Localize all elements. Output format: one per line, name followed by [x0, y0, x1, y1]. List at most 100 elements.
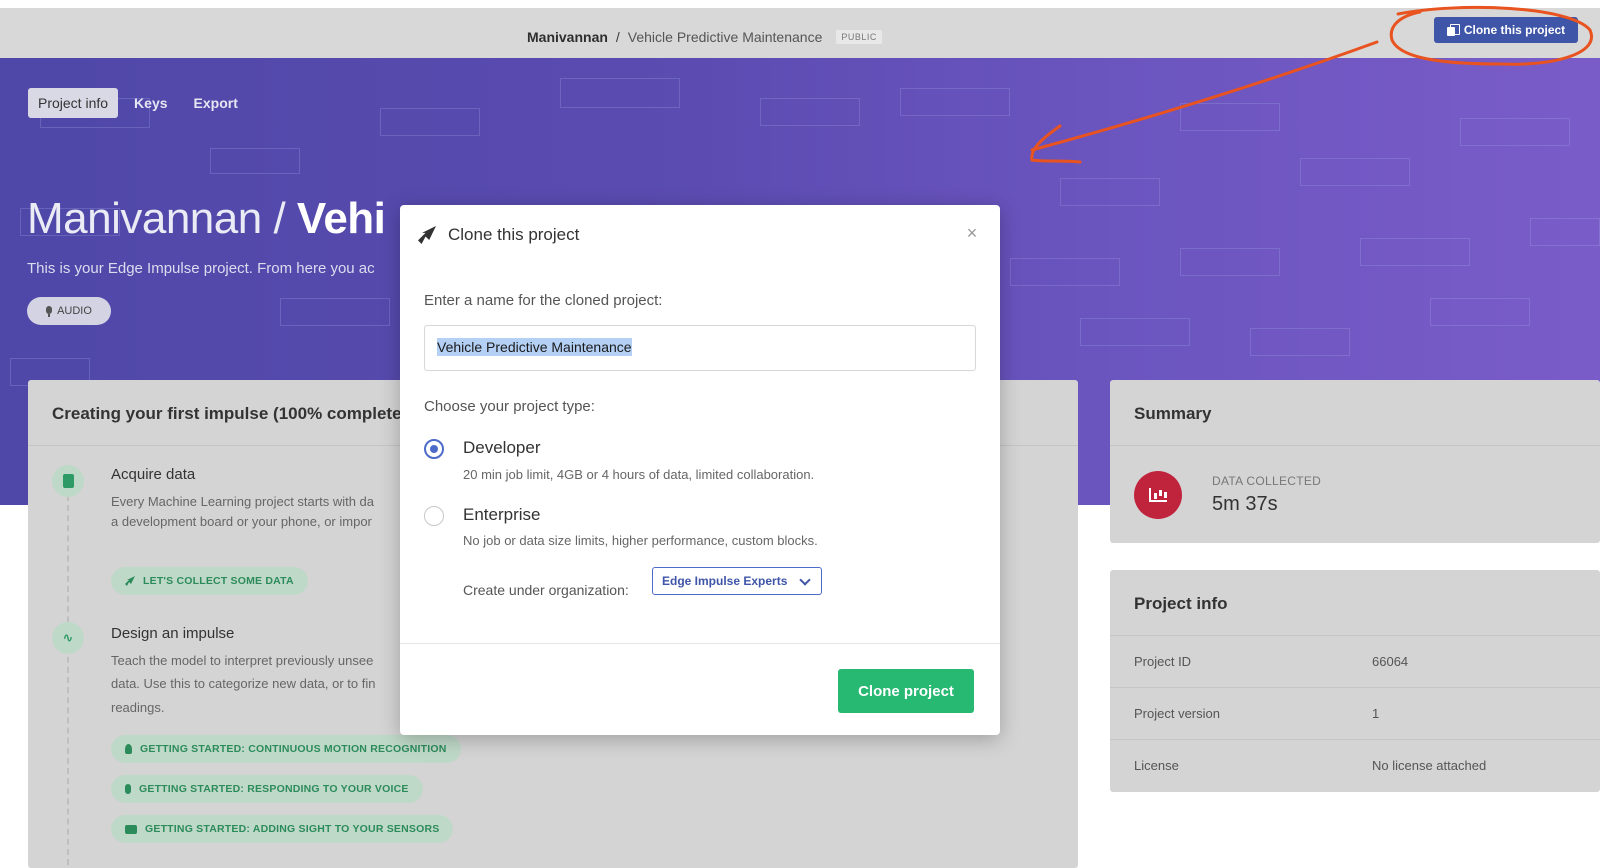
modal-header: Clone this project × [400, 205, 1000, 263]
hero-pattern-rect [760, 98, 860, 126]
chip-icon [62, 474, 74, 488]
page-title: Manivannan / Vehi [27, 194, 386, 244]
breadcrumb: Manivannan / Vehicle Predictive Maintena… [527, 29, 882, 45]
hero-pattern-rect [1250, 328, 1350, 356]
project-info-title: Project info [1134, 594, 1228, 613]
breadcrumb-owner[interactable]: Manivannan [527, 29, 608, 45]
organization-select[interactable]: Edge Impulse Experts [652, 567, 822, 595]
collect-data-button[interactable]: LET'S COLLECT SOME DATA [111, 567, 308, 595]
collect-data-label: LET'S COLLECT SOME DATA [143, 575, 294, 587]
rocket-icon [418, 226, 436, 244]
hero-pattern-rect [560, 78, 680, 108]
project-info-card: Project info Project ID 66064 Project ve… [1110, 570, 1600, 792]
hero-pattern-rect [210, 148, 300, 174]
audio-tag-label: AUDIO [57, 305, 92, 317]
close-icon[interactable]: × [962, 223, 982, 243]
summary-card-header: Summary [1110, 380, 1600, 446]
clone-this-project-button[interactable]: Clone this project [1434, 17, 1578, 43]
hero-pattern-rect [1010, 258, 1120, 286]
tab-project-info[interactable]: Project info [28, 88, 119, 118]
breadcrumb-separator: / [615, 29, 620, 45]
developer-option-desc: 20 min job limit, 4GB or 4 hours of data… [463, 467, 815, 482]
info-key: Project ID [1134, 654, 1192, 669]
rocket-icon [125, 576, 135, 586]
sight-label: GETTING STARTED: ADDING SIGHT TO YOUR SE… [145, 823, 440, 835]
summary-card: Summary DATA COLLECTED 5m 37s [1110, 380, 1600, 543]
info-value: 1 [1372, 706, 1380, 721]
page-title-owner: Manivannan / [27, 194, 286, 243]
motion-recognition-label: GETTING STARTED: CONTINUOUS MOTION RECOG… [140, 743, 447, 755]
project-type-label: Choose your project type: [424, 398, 595, 415]
hero-pattern-rect [900, 88, 1010, 116]
hero-pattern-rect [1180, 103, 1280, 131]
visibility-badge: PUBLIC [836, 30, 882, 44]
clone-project-modal: Clone this project × Enter a name for th… [400, 205, 1000, 735]
developer-option-title[interactable]: Developer [463, 438, 541, 458]
clone-this-project-label: Clone this project [1463, 23, 1566, 37]
tab-export[interactable]: Export [184, 88, 248, 118]
summary-title: Summary [1134, 404, 1212, 423]
timeline-line [67, 495, 69, 865]
enterprise-radio[interactable] [424, 506, 444, 526]
microphone-icon [46, 305, 53, 317]
hero-pattern-rect [1460, 118, 1570, 146]
enterprise-option-title[interactable]: Enterprise [463, 505, 540, 525]
enterprise-option-desc: No job or data size limits, higher perfo… [463, 533, 818, 548]
data-collected-value: 5m 37s [1212, 493, 1278, 515]
pulse-icon: ∿ [62, 630, 74, 645]
walking-icon [125, 744, 132, 754]
tab-keys[interactable]: Keys [124, 88, 177, 118]
page-title-project: Vehi [296, 194, 386, 243]
project-info-header: Project info [1110, 570, 1600, 636]
modal-title: Clone this project [448, 225, 580, 244]
camera-icon [125, 824, 137, 834]
developer-radio[interactable] [424, 439, 444, 459]
step-title: Design an impulse [111, 625, 235, 642]
topbar: Manivannan / Vehicle Predictive Maintena… [0, 8, 1600, 58]
info-row: License No license attached [1110, 740, 1600, 792]
sight-button[interactable]: GETTING STARTED: ADDING SIGHT TO YOUR SE… [111, 815, 454, 843]
info-row: Project version 1 [1110, 688, 1600, 740]
info-key: Project version [1134, 706, 1220, 721]
project-tabs: Project info Keys Export [28, 88, 248, 118]
data-collected-icon [1134, 471, 1182, 519]
microphone-icon [125, 784, 131, 794]
hero-pattern-rect [1300, 158, 1410, 186]
info-value: 66064 [1372, 654, 1409, 669]
clone-project-button[interactable]: Clone project [838, 669, 974, 713]
chevron-down-icon [799, 574, 811, 586]
motion-recognition-button[interactable]: GETTING STARTED: CONTINUOUS MOTION RECOG… [111, 735, 461, 763]
step-text: a development board or your phone, or im… [111, 514, 372, 529]
hero-pattern-rect [1360, 238, 1470, 266]
hero-pattern-rect [280, 298, 390, 326]
organization-label: Create under organization: [463, 582, 629, 598]
impulse-card-title: Creating your first impulse (100% comple… [52, 404, 402, 423]
page-subtitle: This is your Edge Impulse project. From … [27, 260, 375, 277]
top-strip [0, 0, 1600, 8]
step-text: Teach the model to interpret previously … [111, 653, 374, 668]
breadcrumb-project[interactable]: Vehicle Predictive Maintenance [628, 29, 823, 45]
data-collected-label: DATA COLLECTED [1212, 474, 1322, 488]
hero-pattern-rect [1080, 318, 1190, 346]
info-value: No license attached [1372, 758, 1487, 773]
step-text: data. Use this to categorize new data, o… [111, 676, 376, 691]
hero-pattern-rect [1430, 298, 1530, 326]
name-field-label: Enter a name for the cloned project: [424, 292, 663, 309]
bar-chart-icon [1149, 488, 1167, 502]
voice-button[interactable]: GETTING STARTED: RESPONDING TO YOUR VOIC… [111, 775, 423, 803]
hero-pattern-rect [380, 108, 480, 136]
info-key: License [1134, 758, 1179, 773]
hero-pattern-rect [1060, 178, 1160, 206]
audio-tag: AUDIO [27, 297, 111, 325]
step-text: Every Machine Learning project starts wi… [111, 494, 375, 509]
step-text: readings. [111, 700, 165, 715]
acquire-data-step-icon [52, 465, 84, 497]
voice-label: GETTING STARTED: RESPONDING TO YOUR VOIC… [139, 783, 409, 795]
project-name-value[interactable]: Vehicle Predictive Maintenance [437, 338, 632, 356]
step-title: Acquire data [111, 466, 196, 483]
copy-icon [1446, 24, 1460, 36]
organization-value: Edge Impulse Experts [662, 574, 788, 588]
design-impulse-step-icon: ∿ [52, 622, 84, 654]
info-row: Project ID 66064 [1110, 636, 1600, 688]
hero-pattern-rect [1530, 218, 1600, 246]
